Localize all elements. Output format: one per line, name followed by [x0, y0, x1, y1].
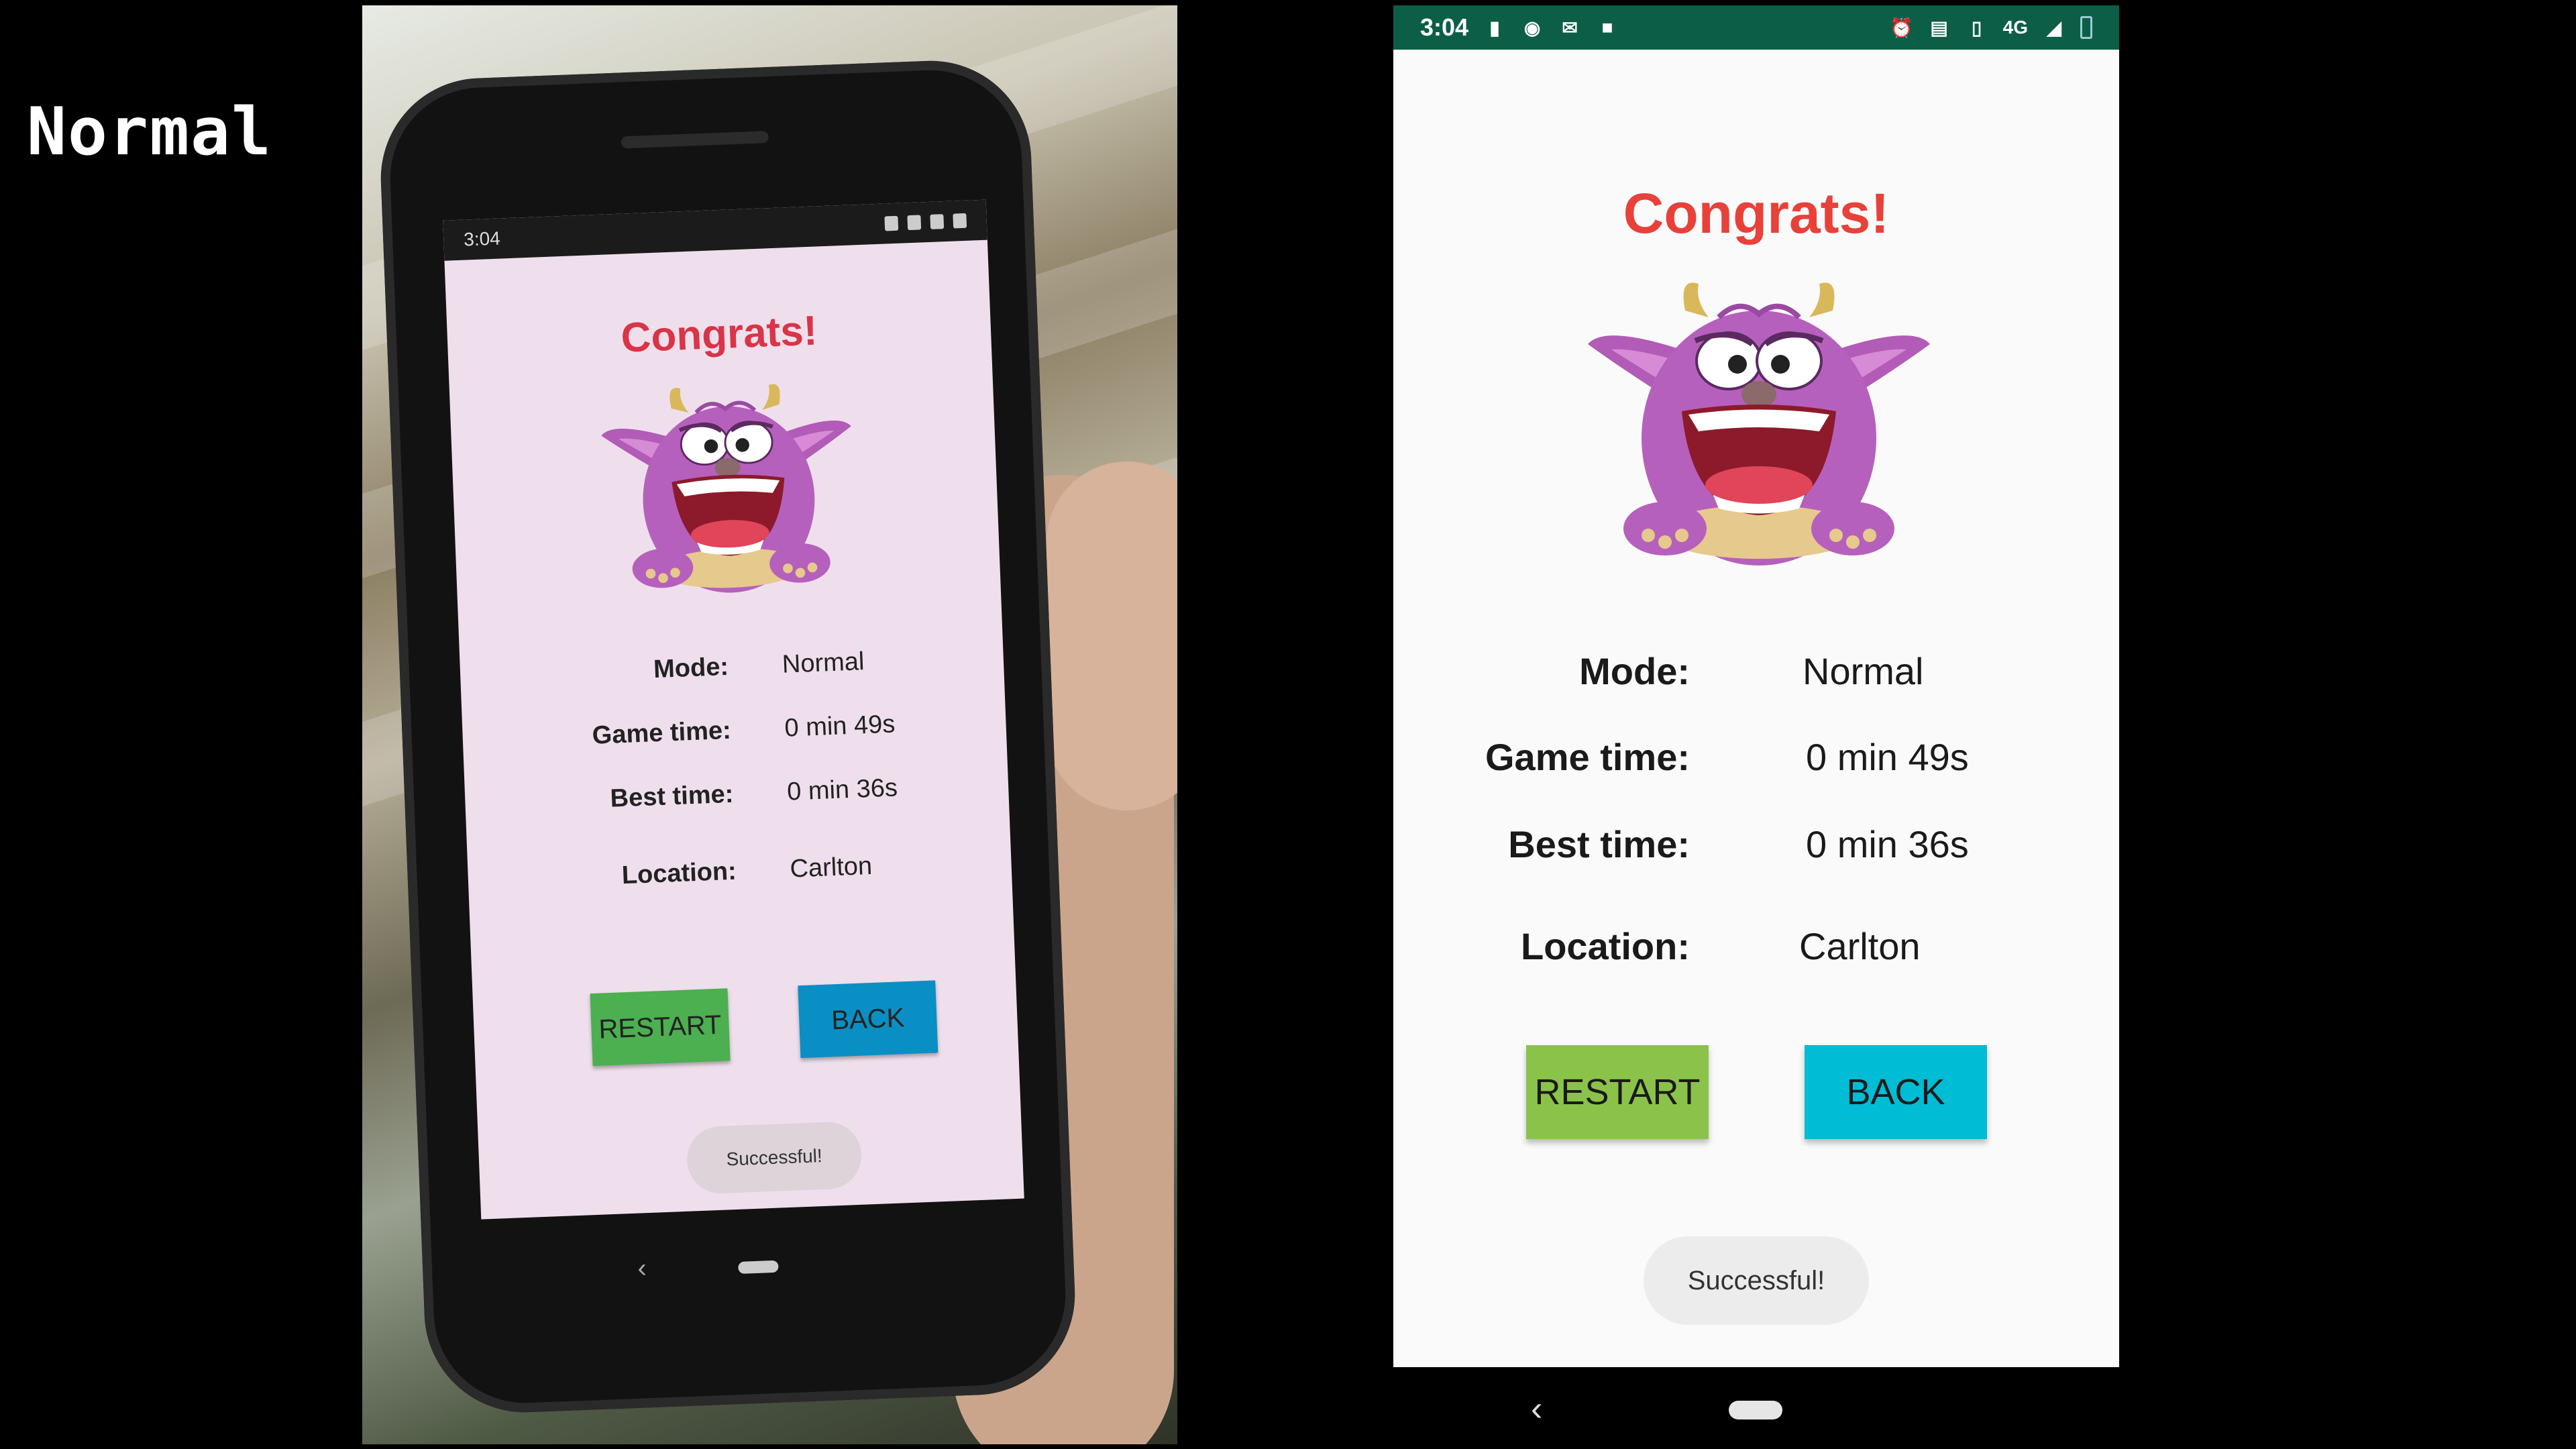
congrats-title: Congrats!	[1623, 182, 1890, 245]
stat-label: Location:	[1521, 925, 1690, 967]
small-monster-image	[596, 366, 860, 604]
small-nav-back-icon[interactable]: ‹	[637, 1253, 647, 1283]
cast-icon: ▤	[1930, 17, 1948, 38]
circle-app-icon: ◉	[1523, 17, 1541, 38]
mode-label: Normal	[27, 94, 273, 170]
battery-alert-icon: ▮	[1489, 17, 1500, 38]
small-toast: Successful!	[686, 1120, 863, 1195]
small-nav-home-icon[interactable]	[738, 1260, 779, 1274]
status-time: 3:04	[1420, 13, 1469, 41]
stat-label: Best time:	[1508, 823, 1690, 865]
success-toast: Successful!	[1644, 1236, 1869, 1325]
vibrate-icon: ▯	[1971, 17, 1982, 38]
small-status-bar: 3:04	[443, 199, 987, 261]
stat-value: 0 min 49s	[1806, 736, 1969, 778]
emulator-screen: 3:04 ▮ ◉ ✉ ■ ⏰ ▤ ▯ 4G ◢ Congrats! Mode: …	[1393, 5, 2119, 1367]
stat-value: 0 min 36s	[1806, 823, 1969, 865]
phone-screen-photo: 3:04 Congrats! Mode: Normal Game time: 0 m…	[443, 199, 1024, 1220]
small-congrats-title: Congrats!	[620, 307, 818, 362]
back-button[interactable]: BACK	[1805, 1045, 1987, 1139]
status-bar: 3:04 ▮ ◉ ✉ ■ ⏰ ▤ ▯ 4G ◢	[1393, 5, 2119, 50]
alarm-icon: ⏰	[1890, 17, 1914, 38]
nav-home-icon[interactable]	[1729, 1401, 1782, 1419]
gmail-icon: ✉	[1562, 17, 1578, 38]
small-restart-button[interactable]: RESTART	[590, 988, 731, 1067]
stat-value: Normal	[1803, 650, 1924, 692]
video-icon: ■	[1601, 17, 1613, 38]
small-row-mode: Mode: Normal	[653, 647, 865, 684]
nav-back-icon[interactable]: ‹	[1531, 1382, 1542, 1436]
small-row-game-time: Game time: 0 min 49s	[592, 710, 896, 750]
small-row-best-time: Best time: 0 min 36s	[609, 773, 898, 813]
navigation-bar: ‹	[1393, 1382, 2119, 1436]
camera-photo: 3:04 Congrats! Mode: Normal Game time: 0 m…	[362, 5, 1177, 1444]
small-status-time: 3:04	[463, 227, 501, 250]
stat-label: Mode:	[1579, 650, 1690, 692]
stat-label: Game time:	[1485, 736, 1690, 778]
battery-icon	[2080, 16, 2092, 39]
signal-icon: ◢	[2047, 17, 2061, 38]
phone-device: 3:04 Congrats! Mode: Normal Game time: 0 m…	[377, 57, 1079, 1416]
small-row-location: Location: Carlton	[621, 851, 873, 890]
monster-image	[1585, 270, 1933, 566]
restart-button[interactable]: RESTART	[1526, 1045, 1709, 1139]
small-back-button[interactable]: BACK	[798, 980, 938, 1059]
stat-value: Carlton	[1799, 925, 1921, 967]
network-type: 4G	[2002, 17, 2028, 38]
